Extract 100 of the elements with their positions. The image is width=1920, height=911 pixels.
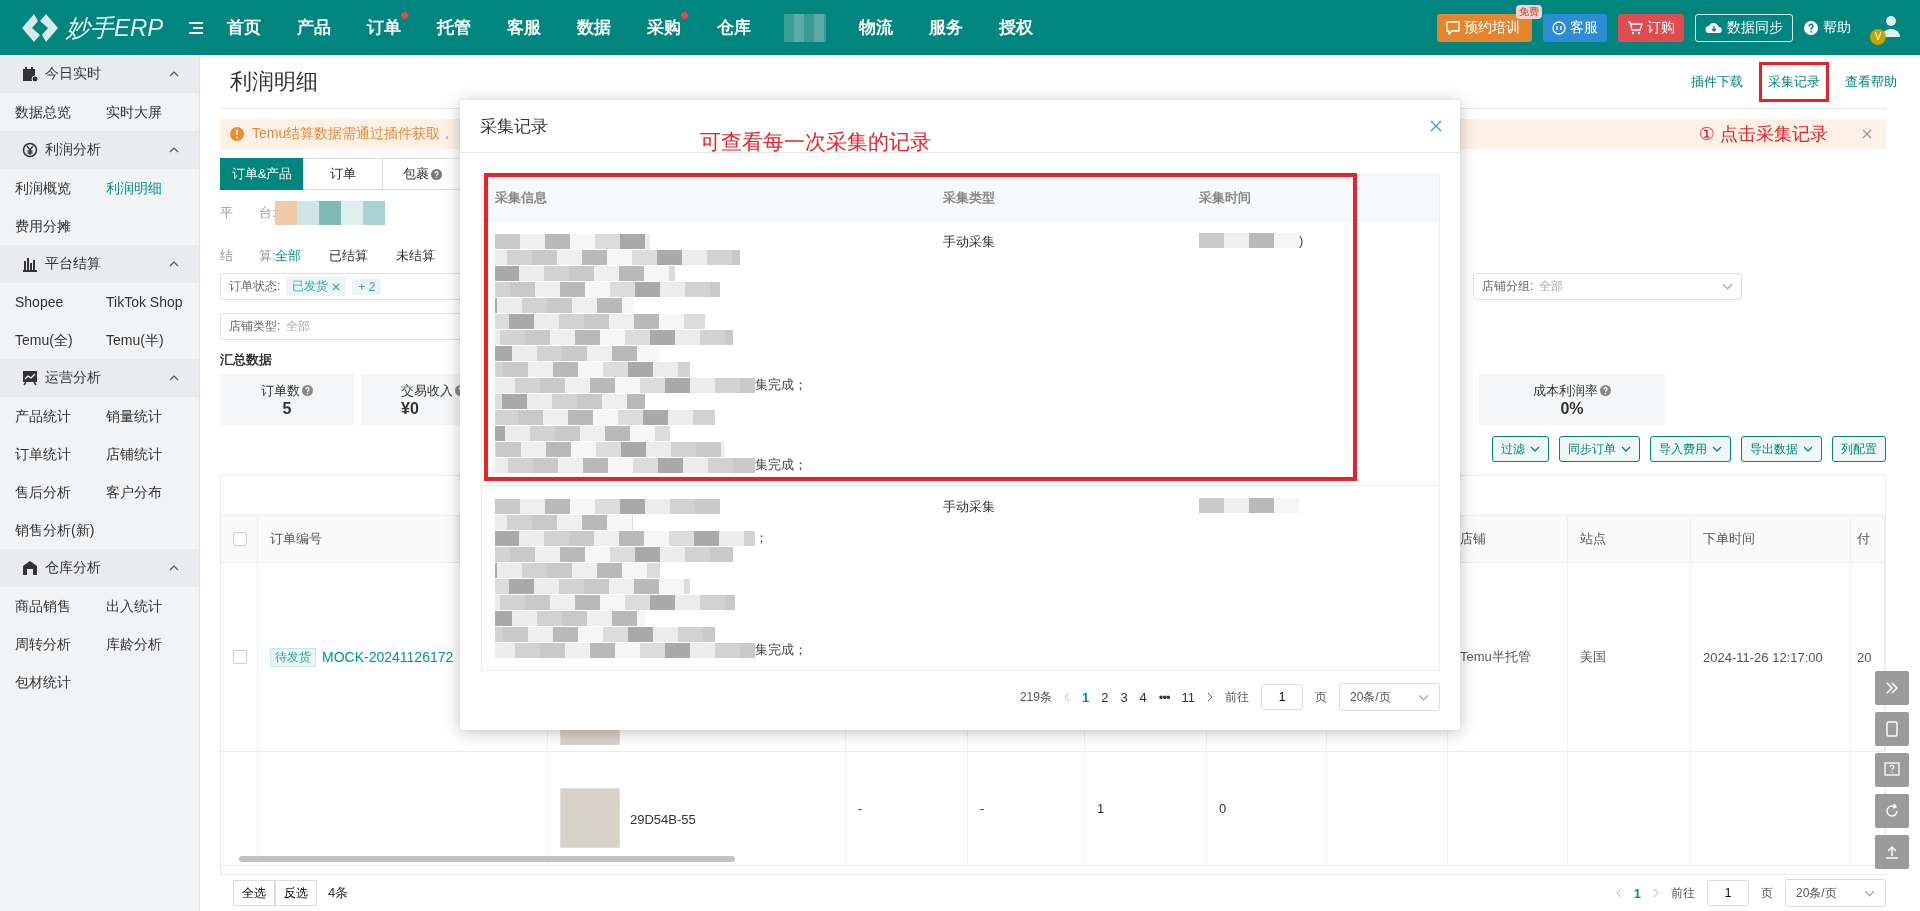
column-header: 付: [1851, 516, 1885, 562]
cart-icon: [1627, 20, 1643, 35]
sidebar-item[interactable]: Temu(半): [106, 321, 197, 359]
customer-service-button[interactable]: 客服: [1543, 13, 1607, 42]
settlement-option[interactable]: 未结算: [396, 247, 435, 265]
header-link[interactable]: 插件下载: [1682, 61, 1752, 102]
page-number[interactable]: 2: [1101, 689, 1109, 705]
page-size-select[interactable]: 20条/页: [1339, 683, 1440, 711]
page-input[interactable]: 1: [1261, 684, 1303, 710]
sidebar-item[interactable]: TikTok Shop: [106, 283, 197, 321]
purchase-button[interactable]: 订购: [1618, 13, 1684, 42]
page-number[interactable]: 3: [1120, 689, 1128, 705]
toolbar-button[interactable]: 同步订单: [1559, 436, 1640, 462]
shop-group-select[interactable]: 店铺分组: 全部: [1473, 273, 1742, 300]
close-icon[interactable]: [1862, 129, 1872, 139]
nav-link[interactable]: 服务: [926, 12, 966, 43]
sidebar-group-title: 运营分析: [45, 369, 101, 387]
photo-placeholder: [560, 787, 620, 848]
page-size-select[interactable]: 20条/页: [1785, 879, 1886, 907]
toolbar-button[interactable]: 过滤: [1492, 436, 1549, 462]
checkbox[interactable]: [233, 650, 247, 664]
help-icon[interactable]: [1875, 753, 1909, 787]
sidebar-group-header[interactable]: 仓库分析: [0, 549, 199, 587]
table-cell: 0: [1207, 752, 1327, 865]
page-number[interactable]: 1: [1633, 885, 1641, 901]
previous-page-icon[interactable]: [1063, 692, 1070, 702]
sidebar-item[interactable]: 销量统计: [106, 397, 197, 435]
menu-icon[interactable]: [188, 20, 204, 35]
toolbar-button[interactable]: 列配置: [1832, 436, 1886, 462]
close-icon[interactable]: [1430, 120, 1442, 132]
calendar-icon: [22, 66, 38, 82]
help-icon: [1804, 20, 1818, 35]
page-number[interactable]: 4: [1139, 689, 1147, 705]
refresh-icon[interactable]: [1875, 794, 1909, 828]
nav-link[interactable]: 客服: [504, 12, 544, 43]
nav-link[interactable]: 托管: [434, 12, 474, 43]
help-icon[interactable]: [302, 385, 313, 396]
sidebar-item[interactable]: 出入统计: [106, 587, 197, 625]
sidebar-group-header[interactable]: 利润分析: [0, 131, 199, 169]
caret-icon: [1722, 283, 1733, 290]
card-label: 成本利润率: [1533, 381, 1598, 400]
scrollbar-thumb[interactable]: [239, 856, 735, 862]
upload-icon[interactable]: [1875, 835, 1909, 869]
next-page-icon[interactable]: [1207, 692, 1213, 702]
sidebar-item[interactable]: 库龄分析: [106, 625, 197, 663]
status-tag: 待发货: [270, 647, 316, 667]
toolbar-button[interactable]: 导入费用: [1650, 436, 1731, 462]
sidebar-item[interactable]: 客户分布: [106, 473, 197, 511]
select-button[interactable]: 反选: [275, 880, 317, 906]
select-button[interactable]: 全选: [233, 880, 275, 906]
nav-link[interactable]: 采购: [644, 12, 684, 43]
sidebar-item[interactable]: 产品统计: [15, 397, 106, 435]
more-pages[interactable]: •••: [1158, 689, 1170, 705]
nav-link[interactable]: 产品: [294, 12, 334, 43]
sidebar-item[interactable]: 销售分析(新): [15, 511, 106, 549]
sidebar-item[interactable]: 实时大屏: [106, 93, 197, 131]
sidebar-item[interactable]: 费用分摊: [15, 207, 106, 245]
nav-link[interactable]: 订单: [364, 12, 404, 43]
nav-link[interactable]: 授权: [996, 12, 1036, 43]
checkbox[interactable]: [233, 532, 247, 546]
page-input[interactable]: 1: [1707, 880, 1749, 906]
sidebar-item[interactable]: 包材统计: [15, 663, 106, 701]
header-link[interactable]: 采集记录: [1759, 61, 1829, 102]
data-sync-button[interactable]: 数据同步: [1695, 13, 1793, 42]
nav-link[interactable]: 物流: [856, 12, 896, 43]
sidebar-group-header[interactable]: 运营分析: [0, 359, 199, 397]
sidebar-group-header[interactable]: 平台结算: [0, 245, 199, 283]
sidebar-group-header[interactable]: 今日实时: [0, 55, 199, 93]
sidebar-item[interactable]: 周转分析: [15, 625, 106, 663]
help-icon[interactable]: [1600, 385, 1611, 396]
page-number[interactable]: 11: [1181, 689, 1195, 705]
sidebar-item[interactable]: 数据总览: [15, 93, 106, 131]
view-tab[interactable]: 订单&产品: [220, 158, 304, 190]
sidebar-item[interactable]: Shopee: [15, 283, 106, 321]
view-tab[interactable]: 订单: [303, 158, 383, 190]
help-link[interactable]: 帮助: [1804, 18, 1851, 37]
close-icon[interactable]: [332, 282, 341, 291]
page-number[interactable]: 1: [1081, 689, 1090, 705]
sidebar-item[interactable]: Temu(全): [15, 321, 106, 359]
sidebar-item[interactable]: 售后分析: [15, 473, 106, 511]
sidebar-item[interactable]: 订单统计: [15, 435, 106, 473]
toolbar-button[interactable]: 导出数据: [1741, 436, 1822, 462]
settlement-option[interactable]: 已结算: [329, 247, 368, 265]
nav-link[interactable]: 首页: [224, 12, 264, 43]
collapse-icon[interactable]: [1875, 671, 1909, 705]
sidebar-item[interactable]: 商品销售: [15, 587, 106, 625]
logo-text: 妙手ERP: [66, 12, 164, 43]
caret-icon: [1418, 693, 1429, 701]
header-link[interactable]: 查看帮助: [1836, 61, 1906, 102]
order-number-link[interactable]: MOCK-20241126172: [322, 649, 454, 665]
column-header: 下单时间: [1691, 516, 1851, 562]
sidebar-item[interactable]: 店铺统计: [106, 435, 197, 473]
nav-link[interactable]: 数据: [574, 12, 614, 43]
previous-page-icon[interactable]: [1615, 888, 1622, 898]
settlement-option[interactable]: 全部: [275, 247, 301, 265]
record-text: 集完成；: [755, 376, 807, 394]
nav-link[interactable]: 仓库: [714, 12, 754, 43]
table-cell: 2024-11-26 12:17:00: [1691, 563, 1851, 751]
mobile-phone-icon[interactable]: [1875, 712, 1909, 746]
sidebar-item[interactable]: 利润概览: [15, 169, 106, 207]
